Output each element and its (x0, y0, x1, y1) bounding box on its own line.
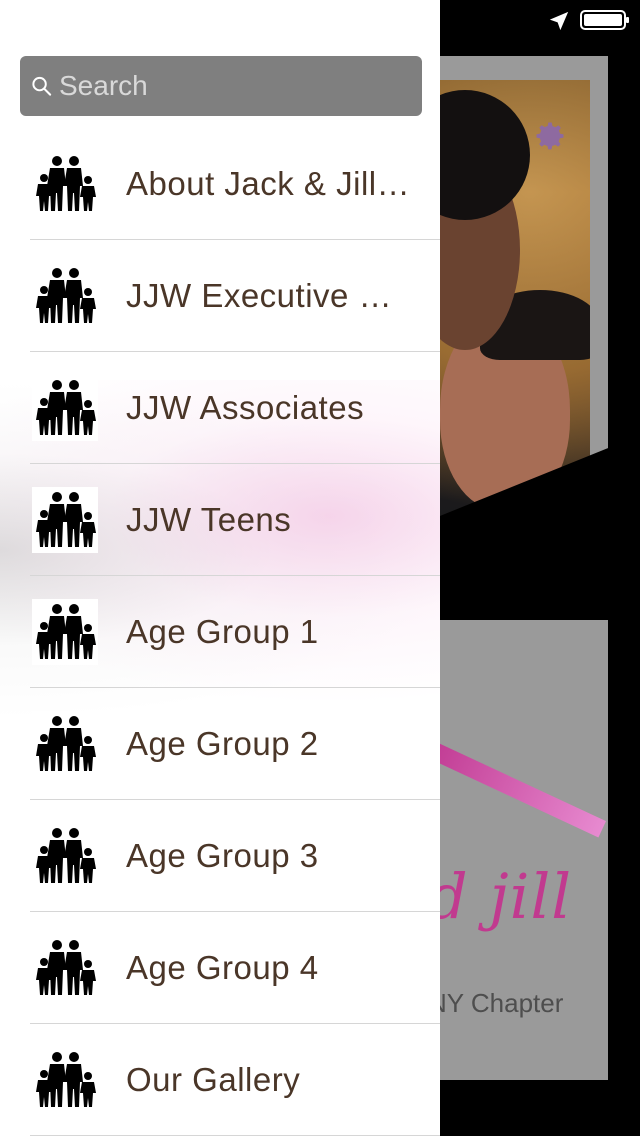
menu-item-label: JJW Associates (126, 388, 365, 426)
family-icon (32, 150, 98, 217)
family-icon (32, 1046, 98, 1113)
family-icon (32, 822, 98, 889)
menu-item-label: About Jack & Jill of America (126, 164, 411, 202)
menu-list: About Jack & Jill of America JJW Executi… (0, 128, 440, 1136)
menu-item-age-group-2[interactable]: Age Group 2 (30, 688, 440, 800)
family-icon (32, 934, 98, 1001)
menu-item-label: Our Gallery (126, 1060, 301, 1098)
menu-item-teens[interactable]: JJW Teens (30, 464, 440, 576)
menu-item-label: Age Group 4 (126, 948, 319, 986)
menu-item-label: Age Group 3 (126, 836, 319, 874)
search-icon (32, 76, 52, 96)
family-icon (32, 598, 98, 665)
family-icon (32, 262, 98, 329)
location-arrow-icon (549, 11, 569, 31)
family-icon (32, 374, 98, 441)
menu-item-label: Age Group 1 (126, 612, 319, 650)
menu-item-associates[interactable]: JJW Associates (30, 352, 440, 464)
search-bar[interactable] (20, 56, 422, 116)
menu-item-label: Age Group 2 (126, 724, 319, 762)
menu-item-label: JJW Teens (126, 500, 292, 538)
menu-item-age-group-3[interactable]: Age Group 3 (30, 800, 440, 912)
gear-icon[interactable] (532, 118, 568, 154)
menu-item-age-group-1[interactable]: Age Group 1 (30, 576, 440, 688)
family-icon (32, 710, 98, 777)
search-input[interactable] (57, 60, 422, 112)
menu-item-about[interactable]: About Jack & Jill of America (30, 128, 440, 240)
logo-text: d jill (428, 860, 573, 933)
battery-icon (580, 10, 629, 30)
side-drawer: About Jack & Jill of America JJW Executi… (0, 0, 440, 1136)
family-icon (32, 486, 98, 553)
menu-item-gallery[interactable]: Our Gallery (30, 1024, 440, 1136)
menu-item-age-group-4[interactable]: Age Group 4 (30, 912, 440, 1024)
menu-item-executive-board[interactable]: JJW Executive Board (30, 240, 440, 352)
menu-item-label: JJW Executive Board (126, 276, 411, 314)
chapter-text: NY Chapter (428, 988, 564, 1018)
